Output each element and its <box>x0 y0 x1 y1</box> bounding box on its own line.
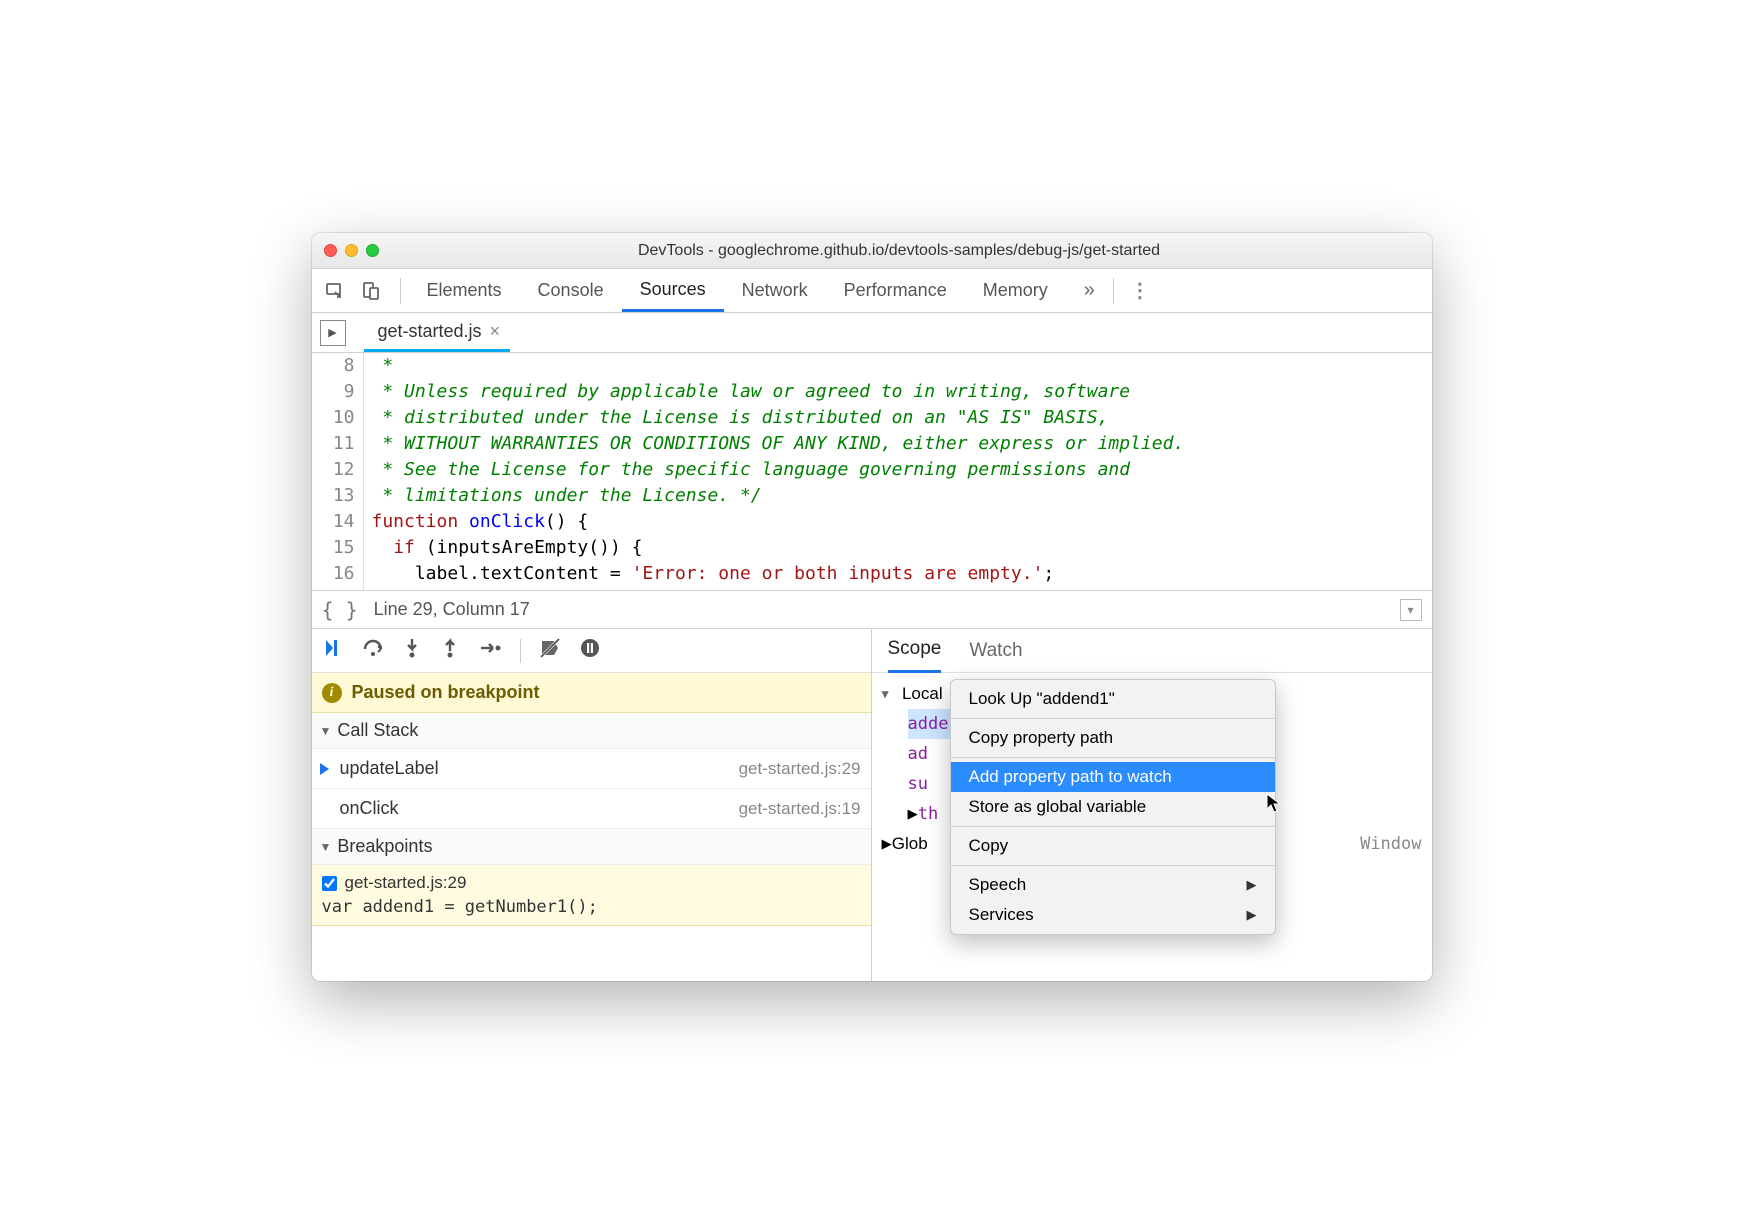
window-controls <box>324 244 379 257</box>
variable-name: su <box>908 769 928 799</box>
frame-location: get-started.js:19 <box>739 799 861 819</box>
tab-network[interactable]: Network <box>724 269 826 312</box>
step-into-icon[interactable] <box>402 637 422 664</box>
context-menu-item[interactable]: Copy <box>951 831 1275 861</box>
context-menu-item[interactable]: Add property path to watch <box>951 762 1275 792</box>
divider <box>1113 278 1114 304</box>
frame-function: onClick <box>340 798 399 819</box>
titlebar: DevTools - googlechrome.github.io/devtoo… <box>312 233 1432 269</box>
chevron-right-icon: ▶ <box>882 829 892 859</box>
file-tab-name: get-started.js <box>378 321 482 342</box>
context-menu-item[interactable]: Speech▶ <box>951 870 1275 900</box>
step-over-icon[interactable] <box>362 637 384 664</box>
menu-separator <box>951 826 1275 827</box>
menu-separator <box>951 718 1275 719</box>
editor-statusbar: { } Line 29, Column 17 ▾ <box>312 591 1432 629</box>
code-editor[interactable]: 8910111213141516 * * Unless required by … <box>312 353 1432 591</box>
context-menu: Look Up "addend1" Copy property path Add p… <box>950 679 1276 935</box>
maximize-window-icon[interactable] <box>366 244 379 257</box>
pretty-print-icon[interactable]: { } <box>322 598 358 622</box>
divider <box>520 639 521 663</box>
chevron-down-icon: ▼ <box>882 679 896 709</box>
info-icon: i <box>322 683 342 703</box>
tab-performance[interactable]: Performance <box>826 269 965 312</box>
line-gutter: 8910111213141516 <box>312 353 364 590</box>
tab-console[interactable]: Console <box>520 269 622 312</box>
breakpoint-item[interactable]: get-started.js:29 var addend1 = getNumber… <box>312 865 871 926</box>
context-menu-item[interactable]: Store as global variable <box>951 792 1275 822</box>
breakpoint-label: get-started.js:29 <box>345 873 467 893</box>
pause-info-banner: i Paused on breakpoint <box>312 673 871 713</box>
variable-name: ad <box>908 739 928 769</box>
global-type: Window <box>1360 829 1421 859</box>
close-file-icon[interactable]: × <box>490 321 501 342</box>
tabs-overflow-icon[interactable]: » <box>1074 279 1105 302</box>
breakpoint-code: var addend1 = getNumber1(); <box>322 897 861 917</box>
context-menu-item[interactable]: Copy property path <box>951 723 1275 753</box>
breakpoint-checkbox[interactable] <box>322 876 337 891</box>
breakpoints-header[interactable]: ▼ Breakpoints <box>312 829 871 865</box>
scope-watch-tabs: Scope Watch <box>872 629 1432 673</box>
debugger-right-panel: ScopeWatch ▼ Local addend1adsu▶ th ▶ Glo… <box>872 629 1432 981</box>
main-tabbar: ElementsConsoleSourcesNetworkPerformance… <box>312 269 1432 313</box>
window-title: DevTools - googlechrome.github.io/devtoo… <box>379 242 1420 260</box>
divider <box>400 278 401 304</box>
context-menu-item[interactable]: Look Up "addend1" <box>951 684 1275 714</box>
close-window-icon[interactable] <box>324 244 337 257</box>
callstack-header[interactable]: ▼ Call Stack <box>312 713 871 749</box>
pause-on-exceptions-icon[interactable] <box>579 637 601 664</box>
step-out-icon[interactable] <box>440 637 460 664</box>
tab-watch[interactable]: Watch <box>969 630 1022 672</box>
file-tabbar: ▶ get-started.js × <box>312 313 1432 353</box>
debug-controls <box>312 629 871 673</box>
deactivate-breakpoints-icon[interactable] <box>539 637 561 664</box>
debugger-panes: i Paused on breakpoint ▼ Call Stack upda… <box>312 629 1432 981</box>
frame-location: get-started.js:29 <box>739 759 861 779</box>
menu-separator <box>951 757 1275 758</box>
frame-function: updateLabel <box>340 758 439 779</box>
devtools-window: DevTools - googlechrome.github.io/devtoo… <box>312 233 1432 981</box>
tab-memory[interactable]: Memory <box>965 269 1066 312</box>
menu-separator <box>951 865 1275 866</box>
statusbar-dropdown-icon[interactable]: ▾ <box>1400 599 1422 621</box>
tab-elements[interactable]: Elements <box>409 269 520 312</box>
submenu-indicator-icon: ▶ <box>1247 907 1257 923</box>
code-body[interactable]: * * Unless required by applicable law or… <box>364 353 1185 590</box>
tab-scope[interactable]: Scope <box>888 628 942 673</box>
submenu-indicator-icon: ▶ <box>1247 877 1257 893</box>
context-menu-item[interactable]: Services▶ <box>951 900 1275 930</box>
pause-message: Paused on breakpoint <box>352 682 540 703</box>
chevron-down-icon: ▼ <box>320 840 332 854</box>
callstack-frame[interactable]: onClick get-started.js:19 <box>312 789 871 829</box>
minimize-window-icon[interactable] <box>345 244 358 257</box>
debugger-left-panel: i Paused on breakpoint ▼ Call Stack upda… <box>312 629 872 981</box>
mouse-cursor-icon <box>1266 793 1282 818</box>
callstack-frame[interactable]: updateLabel get-started.js:29 <box>312 749 871 789</box>
navigator-toggle-icon[interactable]: ▶ <box>320 320 346 346</box>
variable-name: th <box>918 799 938 829</box>
resume-icon[interactable] <box>322 637 344 664</box>
device-toggle-icon[interactable] <box>356 276 386 306</box>
cursor-position: Line 29, Column 17 <box>374 599 530 620</box>
file-tab[interactable]: get-started.js × <box>364 313 511 352</box>
kebab-menu-icon[interactable]: ⋮ <box>1122 278 1158 303</box>
step-icon[interactable] <box>478 637 502 664</box>
tab-sources[interactable]: Sources <box>622 269 724 312</box>
chevron-down-icon: ▼ <box>320 724 332 738</box>
inspect-icon[interactable] <box>320 276 350 306</box>
